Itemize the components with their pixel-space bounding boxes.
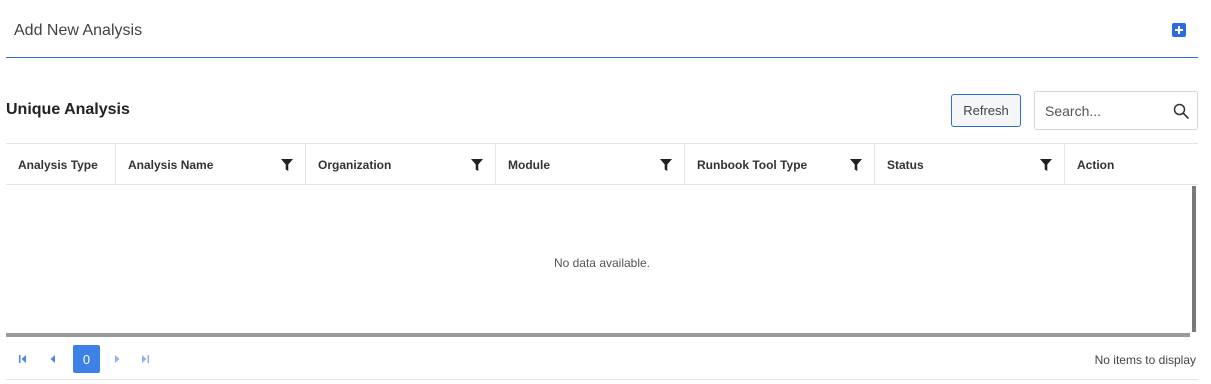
column-header-module[interactable]: Module	[496, 144, 685, 185]
grid-header: Analysis Type Analysis Name Organization…	[6, 144, 1198, 185]
search-icon[interactable]	[1173, 103, 1189, 119]
column-header-action: Action	[1065, 144, 1198, 185]
previous-page-icon[interactable]	[46, 352, 60, 366]
filter-icon[interactable]	[281, 159, 293, 171]
pager-info: No items to display	[1094, 353, 1196, 367]
column-header-organization[interactable]: Organization	[306, 144, 496, 185]
column-label: Status	[887, 158, 924, 172]
column-header-analysis-name[interactable]: Analysis Name	[116, 144, 306, 185]
column-label: Analysis Name	[128, 158, 214, 172]
section-title: Unique Analysis	[6, 101, 130, 118]
add-analysis-header: Add New Analysis	[6, 0, 1198, 58]
empty-message: No data available.	[553, 256, 651, 270]
column-label: Organization	[318, 158, 392, 172]
search-input[interactable]	[1045, 101, 1165, 121]
first-page-icon[interactable]	[16, 352, 30, 366]
page-title: Add New Analysis	[14, 22, 143, 39]
filter-icon[interactable]	[660, 159, 672, 171]
vertical-scrollbar[interactable]	[1192, 186, 1196, 332]
refresh-button[interactable]: Refresh	[951, 94, 1021, 127]
column-label: Action	[1077, 158, 1115, 172]
column-label: Runbook Tool Type	[697, 158, 808, 172]
current-page-button[interactable]: 0	[73, 345, 100, 373]
grid-body: No data available.	[6, 186, 1198, 337]
column-header-status[interactable]: Status	[875, 144, 1065, 185]
column-header-runbook-tool-type[interactable]: Runbook Tool Type	[685, 144, 875, 185]
column-label: Analysis Type	[18, 158, 98, 172]
horizontal-scrollbar[interactable]	[6, 333, 1190, 337]
filter-icon[interactable]	[1040, 159, 1052, 171]
last-page-icon[interactable]	[138, 352, 152, 366]
search-box[interactable]	[1034, 91, 1198, 130]
next-page-icon[interactable]	[110, 352, 124, 366]
filter-icon[interactable]	[850, 159, 862, 171]
analysis-grid: Analysis Type Analysis Name Organization…	[6, 143, 1198, 384]
filter-icon[interactable]	[471, 159, 483, 171]
plus-square-icon[interactable]	[1172, 23, 1186, 37]
pager: 0 No items to display	[6, 340, 1198, 380]
column-label: Module	[508, 158, 550, 172]
column-header-analysis-type[interactable]: Analysis Type	[6, 144, 116, 185]
